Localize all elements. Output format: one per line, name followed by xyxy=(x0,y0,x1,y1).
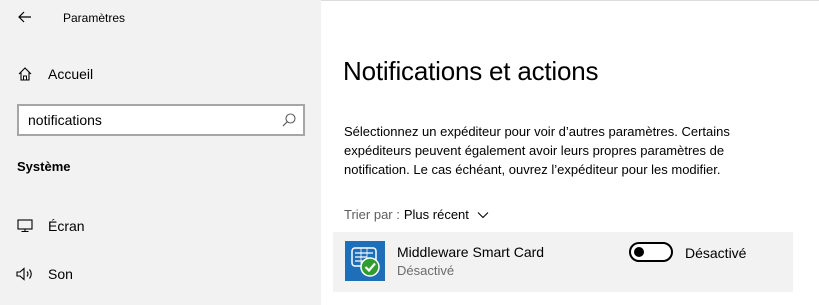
sender-name: Middleware Smart Card xyxy=(397,244,545,260)
sort-dropdown[interactable]: Trier par : Plus récent xyxy=(344,207,489,222)
notification-toggle[interactable] xyxy=(629,242,673,262)
sidebar-item-ecran-label: Écran xyxy=(48,218,85,234)
home-icon xyxy=(16,65,34,83)
sort-label: Trier par : xyxy=(344,207,400,222)
sidebar: Paramètres Accueil Système Écran xyxy=(0,0,321,305)
main-content: Notifications et actions Sélectionnez un… xyxy=(321,0,819,305)
sidebar-item-ecran[interactable]: Écran xyxy=(0,208,321,244)
sort-value: Plus récent xyxy=(403,207,469,222)
smart-card-app-icon xyxy=(345,241,385,281)
sidebar-item-son[interactable]: Son xyxy=(0,256,321,292)
page-description: Sélectionnez un expéditeur pour voir d’a… xyxy=(344,124,730,177)
monitor-icon xyxy=(16,217,34,235)
sender-item[interactable]: Middleware Smart Card Désactivé Désactiv… xyxy=(333,232,793,292)
top-divider xyxy=(321,0,819,1)
section-header-systeme: Système xyxy=(17,159,71,174)
toggle-knob xyxy=(634,247,644,257)
search-icon[interactable] xyxy=(281,112,297,128)
back-arrow-icon xyxy=(18,11,31,23)
search-input[interactable] xyxy=(28,111,268,129)
back-button[interactable] xyxy=(14,7,36,27)
sender-status: Désactivé xyxy=(397,263,455,278)
chevron-down-icon xyxy=(477,211,489,218)
search-box[interactable] xyxy=(17,104,305,136)
nav-home[interactable]: Accueil xyxy=(0,56,321,92)
sidebar-item-son-label: Son xyxy=(48,266,73,282)
window-title: Paramètres xyxy=(63,11,126,25)
nav-home-label: Accueil xyxy=(48,66,94,82)
toggle-state-label: Désactivé xyxy=(685,245,747,261)
speaker-icon xyxy=(16,265,34,283)
page-title: Notifications et actions xyxy=(343,56,599,86)
